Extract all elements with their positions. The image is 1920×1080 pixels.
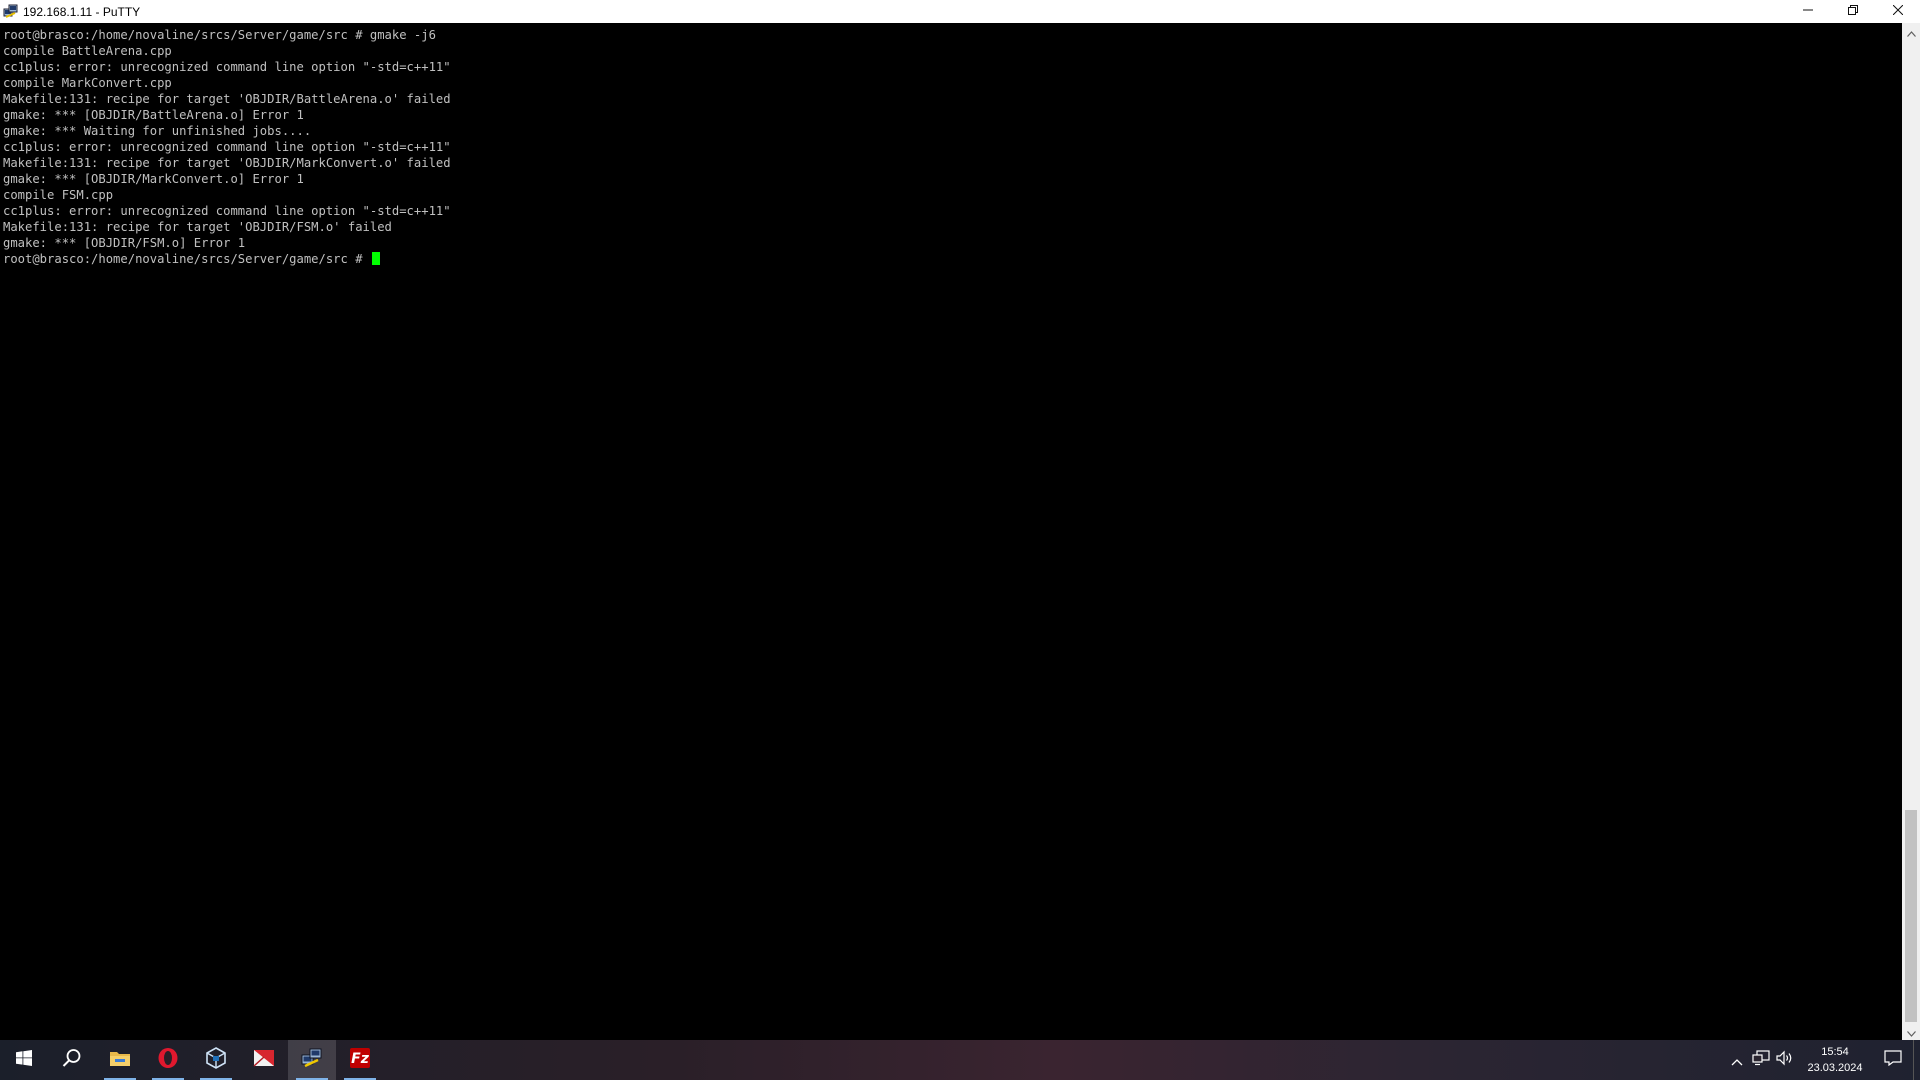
terminal-line: root@brasco:/home/novaline/srcs/Server/g… xyxy=(3,28,436,42)
network-icon xyxy=(1752,1050,1770,1070)
terminal-output[interactable]: root@brasco:/home/novaline/srcs/Server/g… xyxy=(0,23,1902,1040)
virtualbox-button[interactable] xyxy=(192,1040,240,1080)
chevron-up-icon xyxy=(1906,22,1916,41)
restore-icon xyxy=(1847,4,1858,19)
filezilla-icon: Fz xyxy=(349,1047,371,1073)
close-icon xyxy=(1892,4,1903,19)
chevron-down-icon xyxy=(1906,1022,1916,1041)
terminal-line: gmake: *** [OBJDIR/FSM.o] Error 1 xyxy=(3,236,246,250)
system-tray: 15:54 23.03.2024 xyxy=(1725,1040,1920,1080)
terminal-line: gmake: *** [OBJDIR/MarkConvert.o] Error … xyxy=(3,172,304,186)
clock-date: 23.03.2024 xyxy=(1807,1062,1863,1074)
filezilla-button[interactable]: Fz xyxy=(336,1040,384,1080)
terminal-line: compile MarkConvert.cpp xyxy=(3,76,172,90)
start-button[interactable] xyxy=(0,1040,48,1080)
folder-icon xyxy=(109,1049,131,1071)
terminal-line: cc1plus: error: unrecognized command lin… xyxy=(3,140,451,154)
terminal-line: gmake: *** [OBJDIR/BattleArena.o] Error … xyxy=(3,108,304,122)
terminal-lines: root@brasco:/home/novaline/srcs/Server/g… xyxy=(3,27,451,267)
volume-icon xyxy=(1776,1050,1794,1070)
file-explorer-button[interactable] xyxy=(96,1040,144,1080)
show-desktop-button[interactable] xyxy=(1913,1040,1920,1080)
close-button[interactable] xyxy=(1875,0,1920,23)
restore-button[interactable] xyxy=(1830,0,1875,23)
window-title: 192.168.1.11 - PuTTY xyxy=(23,4,141,19)
terminal-prompt: root@brasco:/home/novaline/srcs/Server/g… xyxy=(3,252,370,266)
show-hidden-icons-button[interactable] xyxy=(1725,1040,1749,1080)
mail-app-button[interactable] xyxy=(240,1040,288,1080)
volume-button[interactable] xyxy=(1773,1040,1797,1080)
windows-logo-icon xyxy=(16,1050,32,1070)
terminal-line: gmake: *** Waiting for unfinished jobs..… xyxy=(3,124,312,138)
minimize-icon xyxy=(1802,4,1813,19)
terminal-line: Makefile:131: recipe for target 'OBJDIR/… xyxy=(3,92,451,106)
terminal-line: compile BattleArena.cpp xyxy=(3,44,172,58)
terminal-prompt-line[interactable]: root@brasco:/home/novaline/srcs/Server/g… xyxy=(3,251,451,267)
opera-icon xyxy=(157,1047,179,1073)
svg-text:Fz: Fz xyxy=(351,1051,370,1067)
terminal-line: Makefile:131: recipe for target 'OBJDIR/… xyxy=(3,156,451,170)
action-center-button[interactable] xyxy=(1873,1040,1913,1080)
chevron-up-icon xyxy=(1731,1051,1743,1070)
taskbar: Fz 15:54 23.03.2024 xyxy=(0,1040,1920,1080)
search-button[interactable] xyxy=(48,1040,96,1080)
scroll-down-button[interactable] xyxy=(1902,1023,1920,1040)
putty-icon[interactable] xyxy=(3,4,19,20)
terminal-line: compile FSM.cpp xyxy=(3,188,114,202)
terminal-cursor xyxy=(371,252,380,265)
notification-icon xyxy=(1884,1050,1902,1070)
minimize-button[interactable] xyxy=(1785,0,1830,23)
search-icon xyxy=(62,1048,82,1072)
putty-button[interactable] xyxy=(288,1040,336,1080)
window-controls xyxy=(1785,0,1920,23)
terminal-line: cc1plus: error: unrecognized command lin… xyxy=(3,204,451,218)
clock-time: 15:54 xyxy=(1821,1046,1849,1058)
scroll-up-button[interactable] xyxy=(1902,23,1920,40)
terminal-line: cc1plus: error: unrecognized command lin… xyxy=(3,60,451,74)
opera-button[interactable] xyxy=(144,1040,192,1080)
virtualbox-icon xyxy=(205,1047,227,1073)
mail-icon xyxy=(253,1048,275,1072)
title-bar: 192.168.1.11 - PuTTY xyxy=(0,0,1920,23)
terminal-line: Makefile:131: recipe for target 'OBJDIR/… xyxy=(3,220,392,234)
network-button[interactable] xyxy=(1749,1040,1773,1080)
scroll-thumb[interactable] xyxy=(1905,810,1917,1022)
vertical-scrollbar[interactable] xyxy=(1902,23,1920,1040)
putty-icon xyxy=(301,1047,323,1073)
clock[interactable]: 15:54 23.03.2024 xyxy=(1797,1040,1873,1080)
